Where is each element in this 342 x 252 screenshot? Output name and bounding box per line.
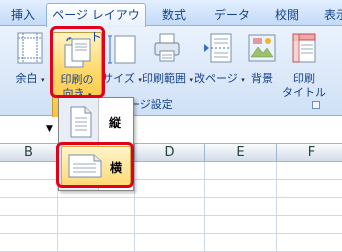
background-label: 背景 (251, 72, 273, 85)
tab-formulas[interactable]: 数式 (150, 6, 198, 26)
portrait-option[interactable]: 縦 (61, 102, 131, 142)
name-box-dropdown-arrow[interactable]: ▼ (46, 124, 53, 134)
margins-label: 余白 (15, 72, 38, 85)
print-area-label: 印刷範囲 (142, 72, 186, 85)
formula-bar: ▼ (0, 117, 342, 144)
landscape-page-icon (68, 154, 102, 178)
paper-size-icon (108, 35, 136, 64)
tab-data[interactable]: データ (206, 6, 258, 26)
print-area-button[interactable]: 印刷範囲 ▾ (142, 28, 194, 100)
print-titles-label-line1: 印刷 (293, 72, 315, 85)
column-header-b[interactable]: B (0, 144, 58, 162)
page-break-icon (204, 33, 232, 63)
margins-icon (17, 32, 43, 64)
page-break-label: 改ページ (194, 72, 238, 85)
orientation-icon (64, 37, 91, 68)
column-header-d[interactable]: D (135, 144, 205, 162)
margins-button[interactable]: 余白 ▾ (8, 28, 52, 100)
landscape-label: 横 (110, 161, 123, 175)
size-label: サイズ (102, 72, 135, 85)
worksheet-grid[interactable] (0, 162, 342, 252)
background-image-icon (248, 34, 276, 62)
tab-review[interactable]: 校閲 (262, 6, 312, 26)
size-button[interactable]: サイズ ▾ (100, 28, 144, 100)
ribbon-page-setup: 余白 ▾ 印刷の 向き ▾ サイズ ▾ 印刷範囲 ▾ 改ページ ▾ 背景 印刷 … (0, 26, 342, 118)
ribbon-tab-bar: 挿入 ページ レイアウト 数式 データ 校閲 表示 (0, 0, 342, 44)
portrait-label: 縦 (109, 116, 122, 130)
print-titles-icon (292, 33, 316, 63)
orientation-label-line1: 印刷の (60, 73, 94, 86)
printer-icon (154, 33, 180, 62)
print-titles-button[interactable]: 印刷 タイトル (282, 28, 326, 100)
page-break-button[interactable]: 改ページ ▾ (194, 28, 245, 100)
column-header-f[interactable]: F (277, 144, 342, 162)
tab-view[interactable]: 表示 (316, 6, 342, 26)
tab-insert[interactable]: 挿入 (2, 6, 44, 26)
landscape-option[interactable]: 横 (61, 146, 131, 186)
background-button[interactable]: 背景 (240, 28, 284, 100)
print-area-dropdown-arrow: ▾ (189, 76, 194, 84)
tab-page-layout[interactable]: ページ レイアウト (46, 3, 146, 44)
column-header-e[interactable]: E (205, 144, 277, 162)
portrait-page-icon (70, 106, 92, 138)
orientation-menu: 縦 横 (58, 97, 134, 191)
column-headers: B C D E F (0, 144, 342, 162)
print-titles-label-line2: タイトル (282, 86, 326, 99)
page-setup-dialog-launcher[interactable] (312, 101, 320, 109)
margins-dropdown-arrow: ▾ (40, 76, 45, 84)
